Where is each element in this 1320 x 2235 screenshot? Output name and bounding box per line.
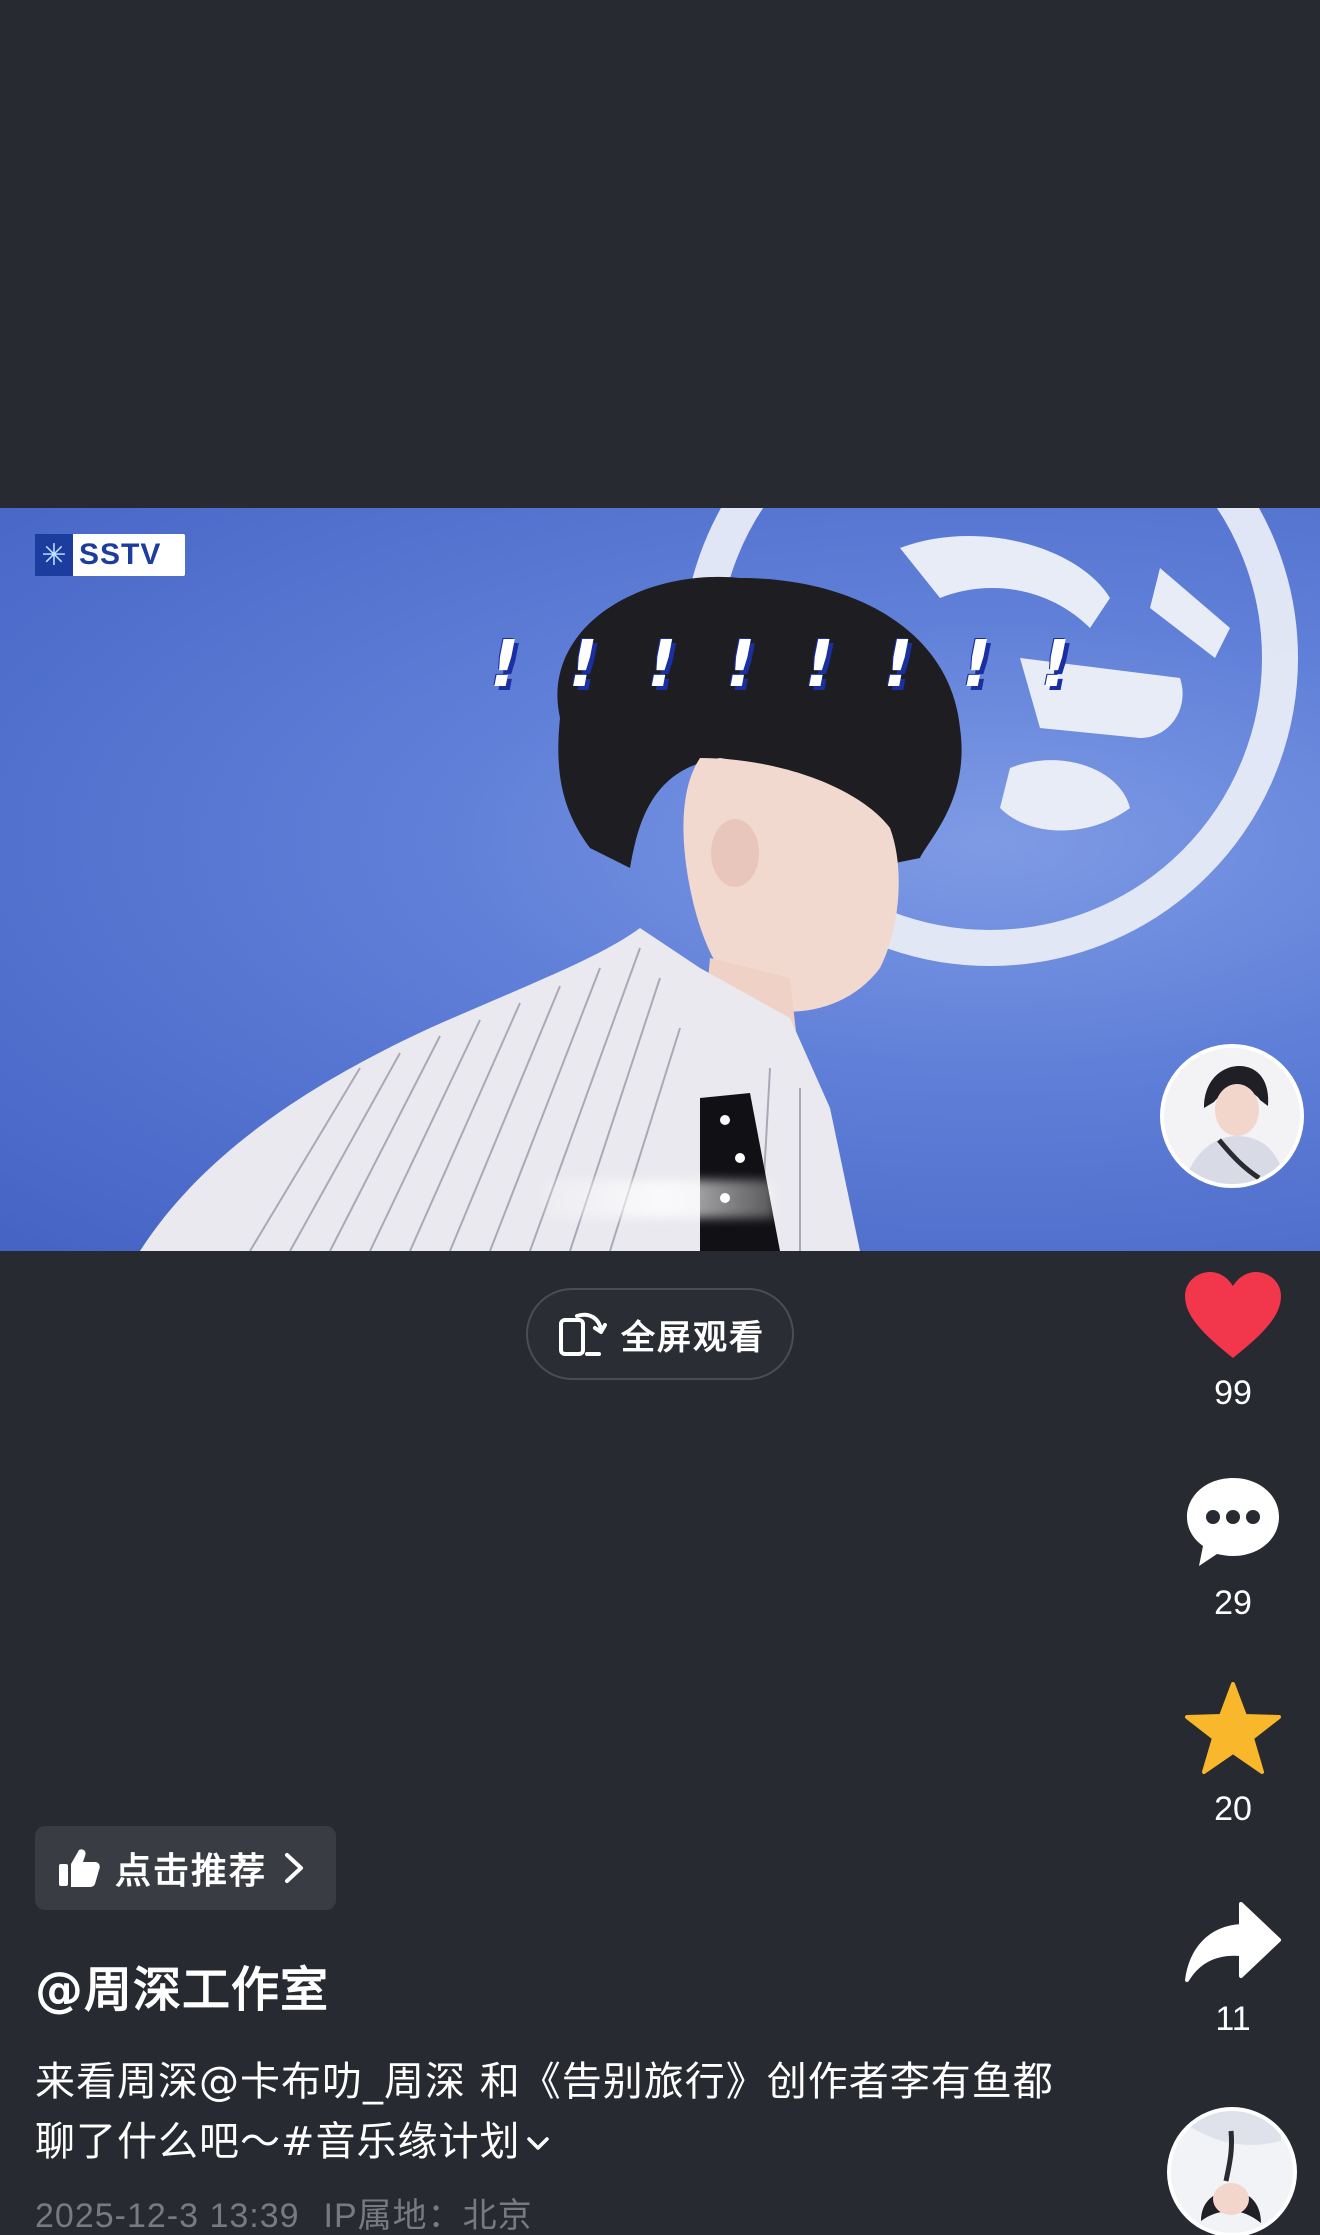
overlay-exclamations: !!!!!!!! <box>490 628 1070 702</box>
avatar-portrait <box>1164 1048 1300 1184</box>
sstv-star-icon: ✳ <box>35 534 73 576</box>
blurred-subtitle <box>545 1180 775 1218</box>
rotate-screen-icon <box>559 1312 607 1356</box>
thumbs-up-icon <box>59 1849 100 1887</box>
author-name[interactable]: @周深工作室 <box>35 1950 329 2020</box>
video-player[interactable]: ✳ SSTV !!!!!!!! <box>0 508 1320 1251</box>
comment-button[interactable]: 29 <box>1163 1474 1303 1623</box>
favorite-count: 20 <box>1214 1790 1252 1828</box>
fullscreen-label: 全屏观看 <box>621 1317 765 1358</box>
chevron-down-icon[interactable] <box>525 2134 551 2154</box>
like-count: 99 <box>1214 1374 1252 1412</box>
share-arrow-icon <box>1185 1902 1281 1982</box>
video-post-page: ✳ SSTV !!!!!!!! 全屏观看 99 29 20 11 点击推荐 @周… <box>0 0 1320 2235</box>
favorite-button[interactable]: 20 <box>1163 1680 1303 1829</box>
fullscreen-button[interactable]: 全屏观看 <box>526 1288 794 1380</box>
sstv-logo: ✳ SSTV <box>35 534 185 576</box>
like-button[interactable]: 99 <box>1163 1270 1303 1413</box>
post-description[interactable]: 来看周深@卡布叻_周深 和《告别旅行》创作者李有鱼都聊了什么吧～#音乐缘计划 <box>35 2052 1075 2172</box>
chevron-right-icon <box>285 1853 304 1883</box>
share-count: 11 <box>1215 2000 1251 2038</box>
sstv-logo-text: SSTV <box>79 538 162 571</box>
post-meta: 2025-12-3 13:39 IP属地：北京 <box>35 2188 533 2235</box>
video-frame-art <box>140 508 1298 1251</box>
share-button[interactable]: 11 <box>1163 1900 1303 2039</box>
comment-bubble-icon <box>1187 1478 1279 1566</box>
music-disc-avatar[interactable] <box>1167 2107 1297 2235</box>
recommend-label: 点击推荐 <box>115 1851 268 1892</box>
comment-count: 29 <box>1214 1584 1252 1622</box>
recommend-chip[interactable]: 点击推荐 <box>35 1826 336 1910</box>
author-avatar[interactable] <box>1160 1044 1304 1188</box>
post-date: 2025-12-3 13:39 <box>35 2197 300 2235</box>
heart-icon <box>1185 1272 1281 1358</box>
star-icon <box>1185 1682 1281 1774</box>
ip-location: IP属地：北京 <box>323 2197 533 2235</box>
music-disc-portrait <box>1171 2111 1293 2233</box>
